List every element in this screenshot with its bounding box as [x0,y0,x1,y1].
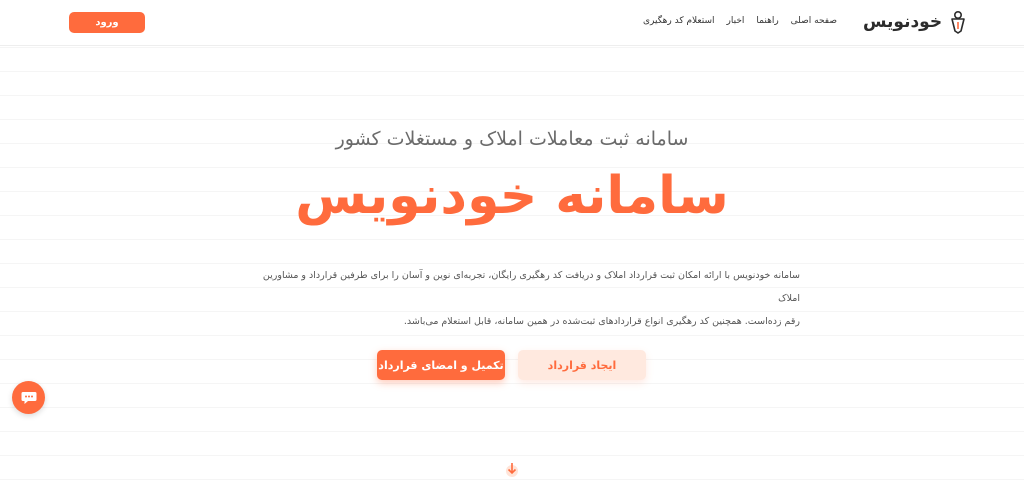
logo[interactable]: خودنویس [863,8,968,36]
chat-button[interactable] [12,381,45,414]
hero-title: سامانه خودنویس [295,166,729,226]
main-nav: صفحه اصلی راهنما اخبار استعلام کد رهگیری [643,16,837,26]
complete-and-sign-contract-button[interactable]: تکمیل و امضای قرارداد [377,350,505,380]
nav-item-guide[interactable]: راهنما [756,16,778,26]
logo-text: خودنویس [863,12,943,32]
nav-item-home[interactable]: صفحه اصلی [791,16,837,26]
login-button[interactable]: ورود [69,12,145,33]
scroll-down-button[interactable] [503,460,521,478]
background-texture [0,0,1024,491]
header: ورود صفحه اصلی راهنما اخبار استعلام کد ر… [0,0,1024,46]
create-contract-button[interactable]: ایجاد قرارداد [518,350,646,380]
hero-subtitle: سامانه ثبت معاملات املاک و مستغلات کشور [335,128,689,150]
hero-description-line-1: سامانه خودنویس با ارائه امکان ثبت قراردا… [262,270,800,304]
nav-item-tracking-inquiry[interactable]: استعلام کد رهگیری [643,16,715,26]
pen-nib-icon [951,10,965,34]
hero-description-line-2: رقم زده‌است. همچنین کد رهگیری انواع قرار… [403,316,800,327]
chat-bubble-icon [21,391,36,404]
arrow-down-icon [506,463,518,477]
nav-item-news[interactable]: اخبار [727,16,745,26]
hero-description: سامانه خودنویس با ارائه امکان ثبت قراردا… [250,264,800,333]
